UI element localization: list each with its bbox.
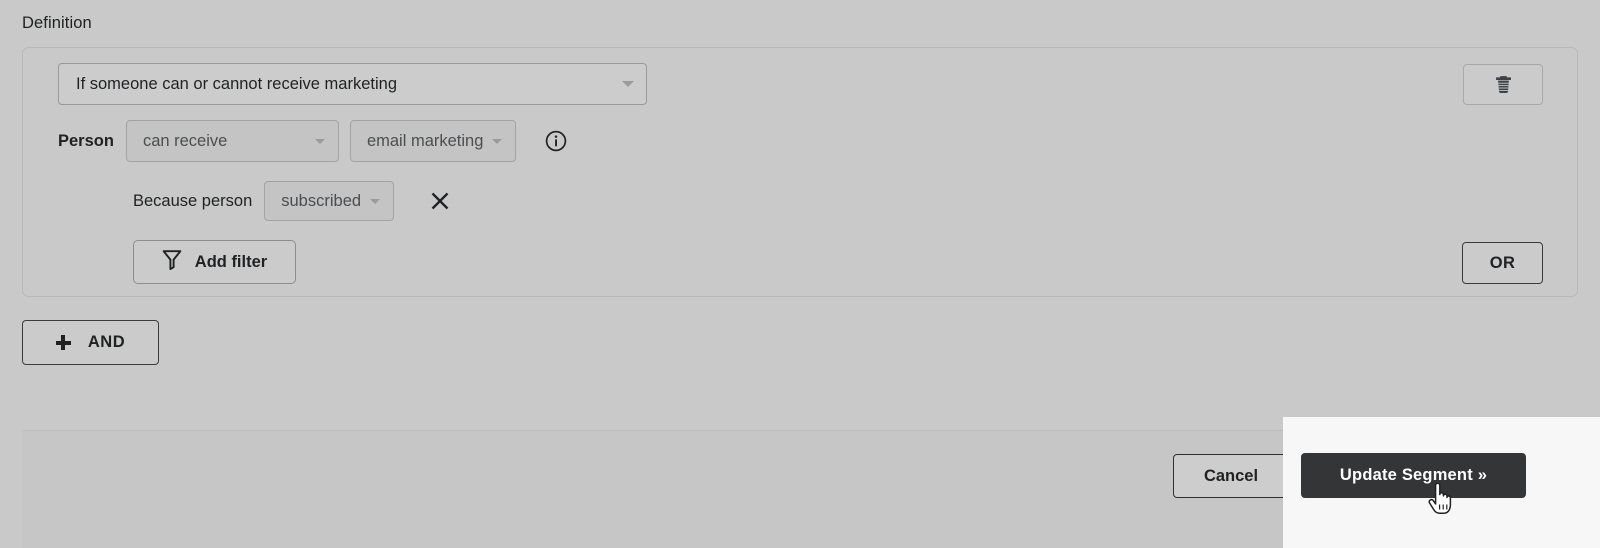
condition-type-select[interactable]: If someone can or cannot receive marketi…	[58, 63, 647, 105]
delete-condition-button[interactable]	[1463, 64, 1543, 105]
trash-icon	[1495, 75, 1512, 94]
person-condition-row: Person can receive email marketing	[58, 120, 567, 162]
reason-row: Because person subscribed	[133, 181, 453, 221]
receive-condition-select[interactable]: can receive	[125, 120, 339, 162]
submit-overlay-panel: Update Segment »	[1283, 417, 1600, 548]
and-button-label: AND	[87, 333, 126, 351]
reason-value: subscribed	[281, 191, 362, 210]
receive-condition-value: can receive	[142, 131, 228, 150]
update-segment-label: Update Segment »	[1339, 466, 1488, 484]
add-and-group-button[interactable]: AND	[22, 320, 159, 365]
plus-icon	[55, 335, 71, 350]
person-subject-label: Person	[58, 131, 114, 150]
marketing-channel-select[interactable]: email marketing	[349, 120, 517, 162]
cancel-button[interactable]: Cancel	[1173, 454, 1289, 498]
chevron-down-icon	[492, 138, 503, 144]
add-filter-button[interactable]: Add filter	[133, 240, 296, 284]
add-filter-label: Add filter	[194, 252, 268, 271]
cancel-button-label: Cancel	[1203, 466, 1259, 485]
update-segment-button[interactable]: Update Segment »	[1301, 453, 1526, 498]
reason-prefix-label: Because person	[133, 191, 253, 210]
chevron-down-icon	[314, 138, 325, 144]
condition-type-value: If someone can or cannot receive marketi…	[76, 74, 398, 93]
marketing-channel-value: email marketing	[366, 131, 484, 150]
or-button[interactable]: OR	[1462, 242, 1543, 284]
funnel-icon	[162, 249, 182, 275]
page-title: Definition	[22, 14, 92, 32]
or-button-label: OR	[1489, 253, 1516, 272]
close-x-icon	[431, 192, 449, 210]
definition-card: If someone can or cannot receive marketi…	[22, 47, 1578, 297]
remove-reason-button[interactable]	[427, 188, 453, 214]
chevron-down-icon	[370, 198, 381, 204]
reason-value-select[interactable]: subscribed	[264, 181, 395, 221]
info-circle-icon[interactable]	[545, 130, 567, 152]
chevron-down-icon	[622, 81, 634, 87]
